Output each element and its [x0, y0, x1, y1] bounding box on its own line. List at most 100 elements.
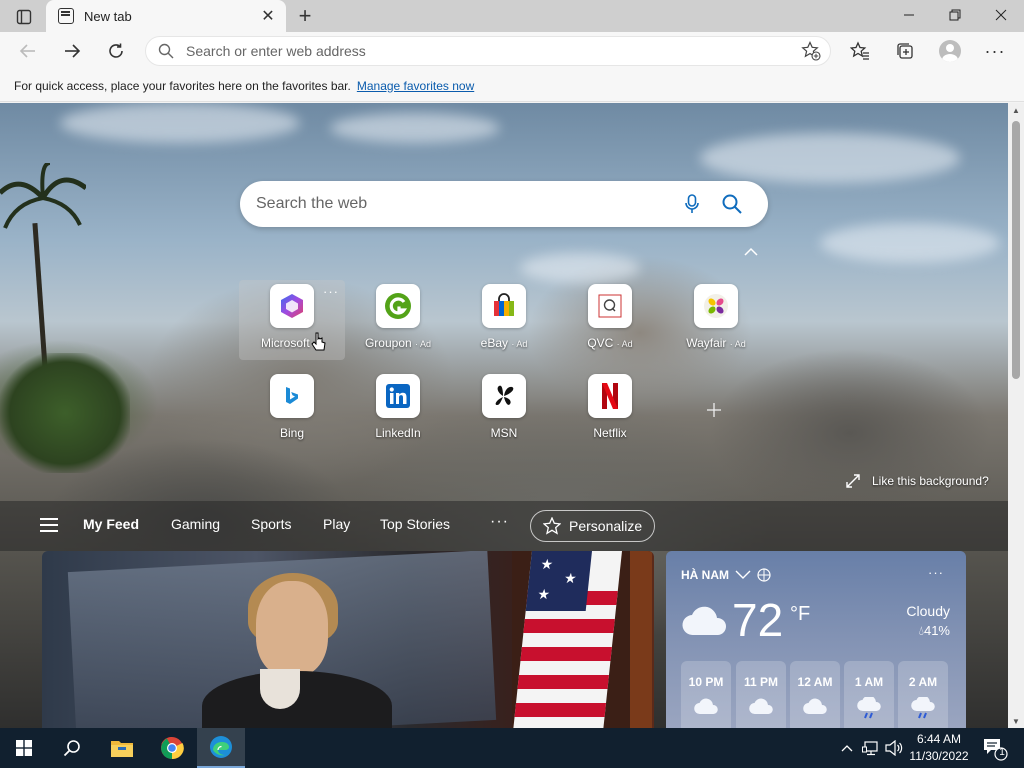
edge-button[interactable]	[197, 728, 245, 768]
taskbar-search-button[interactable]	[48, 728, 96, 768]
weather-location: HÀ NAM	[681, 568, 729, 582]
weather-card[interactable]: HÀ NAM ··· 72 °F Cloudy 💧︎41% 10 PM 11 P…	[666, 551, 966, 728]
new-tab-page: ··· Microsoft ... Groupon · Ad eBay · Ad…	[0, 103, 1008, 728]
chrome-button[interactable]	[148, 728, 196, 768]
quick-link-label: Groupon · Ad	[364, 336, 432, 350]
file-explorer-button[interactable]	[98, 728, 146, 768]
quick-link-microsoft[interactable]: ··· Microsoft ...	[239, 280, 345, 360]
msn-tile	[482, 374, 526, 418]
hourly-forecast-item[interactable]: 11 PM	[736, 661, 786, 728]
add-quick-link-button[interactable]	[703, 399, 725, 421]
tab-title: New tab	[84, 8, 132, 24]
favorites-button[interactable]	[845, 38, 875, 64]
hourly-forecast-item[interactable]: 10 PM	[681, 661, 731, 728]
restore-button[interactable]	[932, 0, 978, 30]
weather-location-button[interactable]: HÀ NAM	[681, 568, 771, 582]
new-tab-button[interactable]: +	[292, 3, 318, 28]
tab-actions-icon	[16, 9, 32, 25]
quick-link-ebay[interactable]: eBay · Ad	[451, 284, 557, 364]
mouse-cursor-icon	[311, 332, 326, 351]
manage-favorites-link[interactable]: Manage favorites now	[357, 79, 474, 93]
tab-close-button[interactable]: ✕	[256, 4, 280, 28]
locate-icon	[757, 568, 771, 582]
volume-button[interactable]	[884, 728, 904, 768]
chrome-icon	[161, 736, 184, 760]
tab-new-tab[interactable]: New tab ✕	[46, 0, 286, 32]
refresh-button[interactable]	[100, 36, 132, 66]
web-search-input[interactable]	[256, 195, 672, 213]
minimize-button[interactable]	[886, 0, 932, 30]
personalize-button[interactable]: Personalize	[530, 510, 655, 542]
quick-link-groupon[interactable]: Groupon · Ad	[345, 284, 451, 364]
scroll-up-arrow[interactable]: ▲	[1008, 103, 1024, 117]
tropical-foliage	[0, 353, 130, 473]
feed-tab-sports[interactable]: Sports	[251, 516, 291, 532]
profile-button[interactable]	[935, 38, 965, 64]
add-favorite-button[interactable]	[796, 39, 826, 63]
network-button[interactable]	[860, 728, 882, 768]
linkedin-tile	[376, 374, 420, 418]
hourly-forecast-item[interactable]: 1 AM	[844, 661, 894, 728]
windows-taskbar: 6:44 AM 11/30/2022 1	[0, 728, 1024, 768]
svg-text:★: ★	[537, 587, 551, 603]
quick-link-label: Netflix	[593, 426, 627, 440]
web-search-box[interactable]	[240, 181, 768, 227]
like-background-button[interactable]: Like this background?	[846, 474, 989, 488]
collapse-quick-links-button[interactable]	[742, 245, 760, 259]
cloud-icon	[803, 698, 827, 715]
edge-icon	[210, 736, 232, 758]
close-window-button[interactable]	[978, 0, 1024, 30]
feed-tab-my-feed[interactable]: My Feed	[83, 516, 139, 532]
feed-navigation: My Feed Gaming Sports Play Top Stories ·…	[0, 501, 1008, 551]
background-cloud	[700, 133, 960, 183]
tab-actions-button[interactable]	[10, 6, 38, 28]
start-button[interactable]	[0, 728, 48, 768]
close-icon	[995, 9, 1007, 21]
hourly-forecast-item[interactable]: 12 AM	[790, 661, 840, 728]
microsoft-365-icon	[281, 294, 303, 318]
address-bar[interactable]	[145, 36, 831, 66]
search-icon	[722, 194, 742, 214]
more-icon: ···	[984, 40, 1006, 61]
quick-link-options-button[interactable]: ···	[323, 284, 339, 299]
taskbar-clock[interactable]: 6:44 AM 11/30/2022	[902, 731, 976, 765]
refresh-icon	[109, 43, 123, 58]
personalize-label: Personalize	[569, 518, 643, 534]
news-card[interactable]: ★ ★ ★	[42, 551, 654, 728]
quick-link-msn[interactable]: MSN	[451, 374, 557, 454]
forward-button[interactable]	[56, 36, 88, 66]
scrollbar-thumb[interactable]	[1012, 121, 1020, 379]
feed-menu-button[interactable]	[40, 518, 60, 534]
netflix-icon	[602, 383, 618, 409]
svg-text:★: ★	[540, 557, 554, 573]
hourly-forecast-item[interactable]: 2 AM	[898, 661, 948, 728]
news-image-flag: ★ ★ ★	[512, 551, 652, 728]
quick-link-netflix[interactable]: Netflix	[557, 374, 663, 454]
weather-condition: Cloudy	[906, 603, 950, 619]
weather-more-button[interactable]: ···	[928, 565, 944, 580]
page-scrollbar[interactable]: ▲ ▼	[1008, 103, 1024, 728]
collections-button[interactable]	[890, 38, 920, 64]
cloud-icon	[682, 606, 727, 636]
scroll-down-arrow[interactable]: ▼	[1008, 714, 1024, 728]
quick-link-linkedin[interactable]: LinkedIn	[345, 374, 451, 454]
feed-tab-top-stories[interactable]: Top Stories	[380, 516, 450, 532]
feed-tab-play[interactable]: Play	[323, 516, 350, 532]
settings-more-button[interactable]: ···	[980, 38, 1010, 64]
feed-tab-gaming[interactable]: Gaming	[171, 516, 220, 532]
quick-link-bing[interactable]: Bing	[239, 374, 345, 454]
quick-link-label: eBay · Ad	[480, 336, 528, 350]
back-button[interactable]	[12, 36, 44, 66]
svg-text:★: ★	[563, 571, 577, 587]
collections-icon	[897, 43, 913, 59]
show-hidden-icons-button[interactable]	[838, 728, 856, 768]
feed-more-button[interactable]: ···	[490, 513, 509, 531]
quick-link-wayfair[interactable]: Wayfair · Ad	[663, 284, 769, 364]
address-input[interactable]	[186, 43, 796, 59]
quick-link-qvc[interactable]: QVC · Ad	[557, 284, 663, 364]
voice-search-button[interactable]	[672, 186, 712, 222]
action-center-button[interactable]: 1	[980, 734, 1010, 762]
search-submit-button[interactable]	[712, 186, 752, 222]
tab-strip: New tab ✕ +	[0, 0, 1024, 32]
restore-icon	[949, 9, 961, 21]
